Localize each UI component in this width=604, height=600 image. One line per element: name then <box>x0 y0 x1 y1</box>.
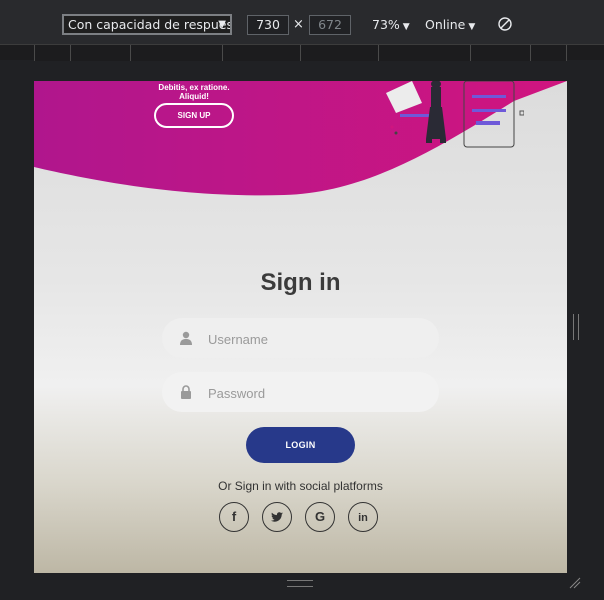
device-select[interactable]: Con capacidad de respuesta ▼ <box>62 14 232 35</box>
height-input[interactable]: 672 <box>309 15 351 35</box>
device-toolbar: Con capacidad de respuesta ▼ 730 × 672 7… <box>0 0 604 44</box>
resize-handle-bottom[interactable] <box>287 580 313 587</box>
facebook-icon: f <box>231 509 237 524</box>
zoom-select[interactable]: 73% ▼ <box>372 17 410 32</box>
chevron-down-icon: ▼ <box>468 22 476 32</box>
twitter-icon <box>271 512 283 522</box>
chevron-down-icon: ▼ <box>218 19 226 30</box>
linkedin-button[interactable]: in <box>348 502 378 532</box>
page-title: Sign in <box>260 269 341 296</box>
google-icon: G <box>314 509 326 524</box>
login-button[interactable]: LOGIN <box>246 427 355 463</box>
hero-illustration <box>386 81 524 148</box>
google-button[interactable]: G <box>305 502 335 532</box>
zoom-label: 73% <box>372 17 400 32</box>
password-field <box>162 372 439 414</box>
chevron-down-icon: ▼ <box>402 22 410 32</box>
page-viewport: Debitis, ex ratione. Aliquid! SIGN UP Si… <box>34 81 567 573</box>
resize-corner-icon[interactable] <box>569 577 581 589</box>
network-label: Online <box>425 17 466 32</box>
social-signin-text: Or Sign in with social platforms <box>218 479 383 493</box>
network-throttle-select[interactable]: Online ▼ <box>425 17 475 32</box>
password-input[interactable] <box>206 372 430 414</box>
resize-handle-right[interactable] <box>573 314 579 340</box>
rotate-icon[interactable] <box>498 17 512 31</box>
dimension-separator: × <box>293 17 304 32</box>
signup-button[interactable]: SIGN UP <box>154 103 234 128</box>
username-input[interactable] <box>206 318 430 360</box>
media-query-ruler[interactable] <box>0 44 604 61</box>
lock-icon <box>181 385 191 399</box>
user-icon <box>180 331 192 345</box>
twitter-button[interactable] <box>262 502 292 532</box>
hero-description: Debitis, ex ratione. Aliquid! <box>158 83 230 101</box>
linkedin-icon: in <box>358 512 368 524</box>
width-input[interactable]: 730 <box>247 15 289 35</box>
viewport-gutter-left <box>0 60 34 600</box>
facebook-button[interactable]: f <box>219 502 249 532</box>
device-select-label: Con capacidad de respuesta <box>68 17 232 32</box>
username-field <box>162 318 439 360</box>
